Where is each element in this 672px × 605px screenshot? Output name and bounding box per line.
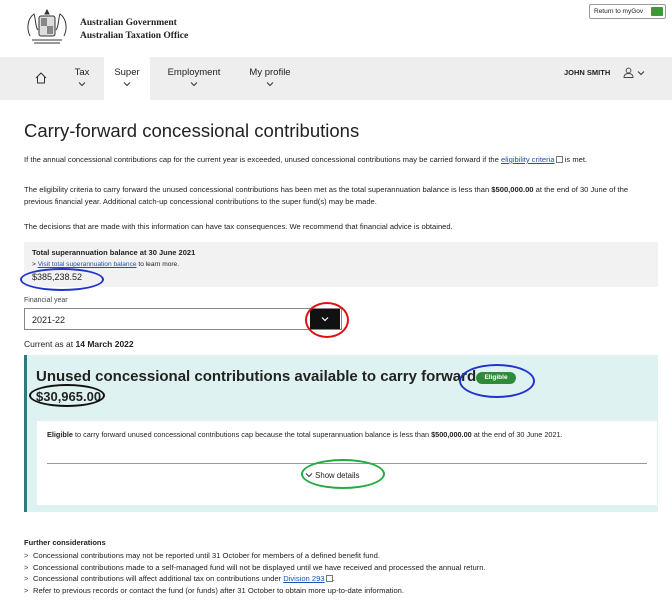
balance-link-row: > Visit total superannuation balance to … xyxy=(32,261,179,268)
main-nav: Tax Super Employment My profile JOHN SMI… xyxy=(0,57,672,100)
chevron-down-icon xyxy=(78,82,86,87)
intro-paragraph-3: The decisions that are made with this in… xyxy=(24,222,453,231)
nav-tab-my-profile[interactable]: My profile xyxy=(245,67,295,88)
return-label: Return to myGov xyxy=(594,8,644,15)
ato-logo[interactable]: Australian Government Australian Taxatio… xyxy=(22,6,188,48)
chevron-right-icon: > xyxy=(24,574,29,583)
nav-tab-label: Super xyxy=(114,67,140,78)
list-item: > Refer to previous records or contact th… xyxy=(24,585,664,597)
list-item: > Concessional contributions made to a se… xyxy=(24,562,664,574)
nav-tab-label: My profile xyxy=(249,67,291,78)
eligibility-card: Eligible to carry forward unused concess… xyxy=(37,421,657,505)
chevron-down-icon xyxy=(305,473,313,478)
further-considerations-title: Further considerations xyxy=(24,538,106,547)
mygov-icon xyxy=(651,7,663,16)
unused-amount: $30,965.00 xyxy=(36,389,102,404)
list-item-text: Refer to previous records or contact the… xyxy=(33,585,405,595)
list-item: > Concessional contributions will affect … xyxy=(24,574,335,583)
nav-tab-label: Employment xyxy=(167,67,221,78)
financial-year-value: 2021-22 xyxy=(32,315,66,325)
external-link-icon xyxy=(555,156,563,163)
financial-year-dropdown-button[interactable] xyxy=(310,309,340,329)
chevron-right-icon: > xyxy=(24,585,29,595)
return-to-mygov-button[interactable]: Return to myGov xyxy=(589,4,666,19)
unused-heading: Unused concessional contributions availa… xyxy=(36,368,477,385)
card-text: at the end of 30 June 2021. xyxy=(471,430,563,439)
eligible-badge: Eligible xyxy=(476,372,516,384)
user-menu-name[interactable]: JOHN SMITH xyxy=(564,68,610,77)
chevron-down-icon xyxy=(190,82,198,87)
external-link-icon xyxy=(325,575,333,582)
list-item-text: Concessional contributions made to a sel… xyxy=(33,562,486,572)
current-as-at: Current as at 14 March 2022 xyxy=(24,339,134,349)
intro-paragraph-1: If the annual concessional contributions… xyxy=(24,154,654,166)
balance-value: $385,238.52 xyxy=(32,272,83,282)
intro-paragraph-2: The eligibility criteria to carry forwar… xyxy=(24,184,654,207)
chevron-down-icon[interactable] xyxy=(637,69,645,77)
home-icon[interactable] xyxy=(34,71,48,85)
threshold-amount: $500,000.00 xyxy=(431,430,472,439)
eligible-word: Eligible xyxy=(47,430,73,439)
chevron-down-icon xyxy=(123,82,131,87)
chevron-down-icon xyxy=(266,82,274,87)
page-title: Carry-forward concessional contributions xyxy=(24,120,360,141)
chevron-right-icon: > xyxy=(24,551,29,560)
further-considerations-list: > Concessional contributions may not be r… xyxy=(24,550,664,596)
current-as-date: 14 March 2022 xyxy=(75,339,134,349)
current-as-prefix: Current as at xyxy=(24,339,76,349)
chevron-down-icon xyxy=(321,317,329,322)
balance-link-suffix: to learn more. xyxy=(136,261,180,268)
logo-line-2: Australian Taxation Office xyxy=(80,31,189,41)
nav-tab-employment[interactable]: Employment xyxy=(166,67,222,88)
unused-contributions-panel: Unused concessional contributions availa… xyxy=(24,355,658,512)
nav-tab-super[interactable]: Super xyxy=(110,67,144,88)
divider xyxy=(47,463,647,464)
eligibility-criteria-link[interactable]: eligibility criteria xyxy=(501,155,555,164)
threshold-amount: $500,000.00 xyxy=(491,185,534,194)
site-header: Australian Government Australian Taxatio… xyxy=(0,0,672,57)
intro-text: is met. xyxy=(562,155,588,164)
total-balance-panel: Total superannuation balance at 30 June … xyxy=(24,242,658,287)
list-item-text: Concessional contributions may not be re… xyxy=(33,551,380,560)
division-293-link[interactable]: Division 293 xyxy=(283,574,324,583)
nav-tab-label: Tax xyxy=(74,67,90,78)
list-item-text: Concessional contributions will affect a… xyxy=(33,574,284,583)
list-item: > Concessional contributions may not be r… xyxy=(24,550,664,562)
balance-title: Total superannuation balance at 30 June … xyxy=(32,248,196,257)
financial-year-select[interactable]: 2021-22 xyxy=(24,308,342,330)
show-details-label: Show details xyxy=(315,471,360,480)
crest-icon xyxy=(27,8,67,44)
user-icon[interactable] xyxy=(623,67,634,78)
nav-tab-tax[interactable]: Tax xyxy=(70,67,94,88)
financial-year-label: Financial year xyxy=(24,297,68,304)
intro-text: If the annual concessional contributions… xyxy=(24,155,501,164)
eligibility-text: Eligible to carry forward unused concess… xyxy=(47,429,647,440)
visit-total-super-balance-link[interactable]: Visit total superannuation balance xyxy=(38,261,137,268)
show-details-toggle[interactable]: Show details xyxy=(305,471,359,480)
logo-line-1: Australian Government xyxy=(80,18,177,28)
intro-text: The eligibility criteria to carry forwar… xyxy=(24,185,492,194)
card-text: to carry forward unused concessional con… xyxy=(72,430,432,439)
chevron-right-icon: > xyxy=(24,562,29,572)
